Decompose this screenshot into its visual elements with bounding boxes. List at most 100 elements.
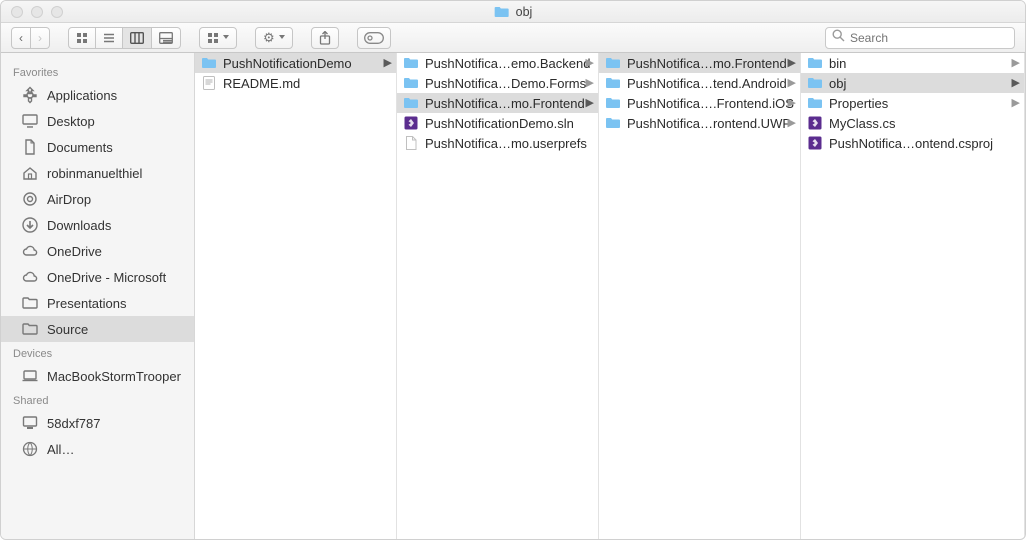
item-name: PushNotificationDemo.sln (425, 116, 592, 131)
search-field[interactable] (825, 27, 1015, 49)
item-name: obj (829, 76, 1018, 91)
sidebar-item-robinmanuelthiel[interactable]: robinmanuelthiel (1, 160, 194, 186)
home-icon (21, 164, 39, 182)
column-1[interactable]: PushNotificationDemo▶README.md (195, 53, 397, 539)
list-item[interactable]: PushNotifica…ontend.csproj (801, 133, 1024, 153)
chevron-right-icon: ▶ (384, 56, 392, 69)
sidebar-item-applications[interactable]: Applications (1, 82, 194, 108)
list-item[interactable]: PushNotifica…Demo.Forms▶ (397, 73, 598, 93)
folder-icon (605, 115, 621, 131)
column-3[interactable]: PushNotifica…mo.Frontend▶PushNotifica…te… (599, 53, 801, 539)
chevron-right-icon: ▶ (1012, 76, 1020, 89)
sidebar-item-documents[interactable]: Documents (1, 134, 194, 160)
forward-button[interactable]: › (31, 27, 50, 49)
list-item[interactable]: PushNotificationDemo.sln (397, 113, 598, 133)
sidebar-item-label: All… (47, 442, 74, 457)
sidebar-section-header: Favorites (1, 61, 194, 82)
chevron-right-icon: ▶ (788, 56, 796, 69)
item-name: MyClass.cs (829, 116, 1018, 131)
search-input[interactable] (850, 31, 1008, 45)
globe-icon (21, 440, 39, 458)
doc-icon (21, 138, 39, 156)
window-body: Favorites Applications Desktop Documents rob… (1, 53, 1025, 539)
list-icon (103, 32, 115, 44)
list-item[interactable]: PushNotifica…mo.userprefs (397, 133, 598, 153)
apps-icon (21, 86, 39, 104)
item-name: PushNotifica…rontend.UWP (627, 116, 794, 131)
sidebar-item-label: Documents (47, 140, 113, 155)
list-item[interactable]: PushNotifica…rontend.UWP▶ (599, 113, 800, 133)
view-switcher (68, 27, 181, 49)
grid-icon (76, 32, 88, 44)
column-view-button[interactable] (123, 27, 152, 49)
sidebar-item-label: Source (47, 322, 88, 337)
arrange-icon (207, 32, 219, 44)
coverflow-view-button[interactable] (152, 27, 181, 49)
back-button[interactable]: ‹ (11, 27, 31, 49)
sidebar-item-macbookstormtrooper[interactable]: MacBookStormTrooper (1, 363, 194, 389)
sidebar-item-label: robinmanuelthiel (47, 166, 142, 181)
sidebar-section-header: Shared (1, 389, 194, 410)
folder-icon (494, 4, 510, 20)
column-4[interactable]: bin▶obj▶Properties▶MyClass.csPushNotific… (801, 53, 1025, 539)
vs-file-icon (807, 135, 823, 151)
folder-icon (605, 75, 621, 91)
sidebar-item-source[interactable]: Source (1, 316, 194, 342)
list-item[interactable]: PushNotifica…mo.Frontend▶ (397, 93, 598, 113)
close-button[interactable] (11, 6, 23, 18)
list-item[interactable]: Properties▶ (801, 93, 1024, 113)
arrange-button[interactable] (199, 27, 237, 49)
folder-icon (807, 75, 823, 91)
sidebar-item-presentations[interactable]: Presentations (1, 290, 194, 316)
sidebar-item-desktop[interactable]: Desktop (1, 108, 194, 134)
list-item[interactable]: PushNotifica…tend.Android▶ (599, 73, 800, 93)
titlebar: obj (1, 1, 1025, 23)
sidebar-item-airdrop[interactable]: AirDrop (1, 186, 194, 212)
list-item[interactable]: PushNotifica….Frontend.iOS▶ (599, 93, 800, 113)
icon-view-button[interactable] (68, 27, 96, 49)
list-item[interactable]: PushNotifica…mo.Frontend▶ (599, 53, 800, 73)
nav-buttons: ‹ › (11, 27, 50, 49)
list-item[interactable]: MyClass.cs (801, 113, 1024, 133)
folder-icon (403, 75, 419, 91)
column-2[interactable]: PushNotifica…emo.Backend▶PushNotifica…De… (397, 53, 599, 539)
list-view-button[interactable] (96, 27, 123, 49)
sidebar-item-label: Downloads (47, 218, 111, 233)
finder-window: obj ‹ › ⚙ FavoritesApplicationsDesk (0, 0, 1026, 540)
pc-icon (21, 414, 39, 432)
laptop-icon (21, 367, 39, 385)
chevron-right-icon: ▶ (1012, 56, 1020, 69)
chevron-right-icon: ▶ (788, 76, 796, 89)
chevron-right-icon: ▶ (1012, 96, 1020, 109)
sidebar-item-label: MacBookStormTrooper (47, 369, 181, 384)
chevron-right-icon: ▶ (586, 76, 594, 89)
list-item[interactable]: README.md (195, 73, 396, 93)
item-name: PushNotifica…Demo.Forms (425, 76, 592, 91)
list-item[interactable]: bin▶ (801, 53, 1024, 73)
toolbar: ‹ › ⚙ (1, 23, 1025, 53)
action-button[interactable]: ⚙ (255, 27, 293, 49)
list-item[interactable]: PushNotifica…emo.Backend▶ (397, 53, 598, 73)
vs-file-icon (807, 115, 823, 131)
zoom-button[interactable] (51, 6, 63, 18)
share-button[interactable] (311, 27, 339, 49)
sidebar-item-downloads[interactable]: Downloads (1, 212, 194, 238)
sidebar-item-onedrive[interactable]: OneDrive (1, 238, 194, 264)
sidebar-item-label: Desktop (47, 114, 95, 129)
sidebar-item-all[interactable]: All… (1, 436, 194, 462)
sidebar-item-label: Applications (47, 88, 117, 103)
sidebar-item-58dxf787[interactable]: 58dxf787 (1, 410, 194, 436)
list-item[interactable]: obj▶ (801, 73, 1024, 93)
minimize-button[interactable] (31, 6, 43, 18)
item-name: Properties (829, 96, 1018, 111)
list-item[interactable]: PushNotificationDemo▶ (195, 53, 396, 73)
chevron-right-icon: ▶ (586, 96, 594, 109)
folder-icon (605, 55, 621, 71)
cloud-icon (21, 242, 39, 260)
tags-button[interactable] (357, 27, 391, 49)
vs-file-icon (403, 115, 419, 131)
chevron-right-icon: ▶ (788, 116, 796, 129)
sidebar-item-label: AirDrop (47, 192, 91, 207)
tag-icon (364, 32, 384, 44)
sidebar-item-onedrive-microsoft[interactable]: OneDrive - Microsoft (1, 264, 194, 290)
